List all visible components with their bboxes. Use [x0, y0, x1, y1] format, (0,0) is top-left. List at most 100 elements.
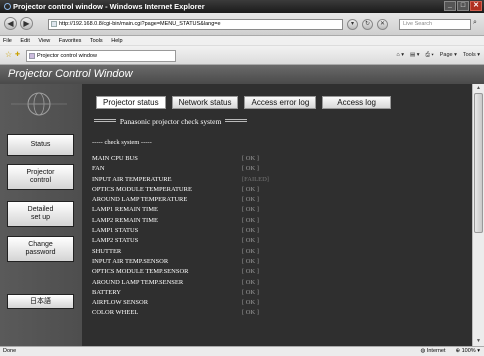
check-row: AIRFLOW SENSOR [ OK ]	[92, 298, 372, 308]
search-input[interactable]: Live Search	[399, 19, 471, 30]
page-menu[interactable]: Page ▾	[440, 50, 457, 61]
check-value: [ OK ]	[242, 237, 259, 245]
scroll-up-icon[interactable]: ▲	[473, 84, 484, 93]
sidebar-detailed-setup-button[interactable]: Detailed set up	[7, 201, 74, 227]
tab-access-log[interactable]: Access log	[322, 96, 391, 109]
main-panel: Projector status Network status Access e…	[82, 84, 472, 346]
check-label: OPTICS MODULE TEMPERATURE	[92, 185, 192, 193]
check-value: [ OK ]	[242, 165, 259, 173]
app-title: Projector Control Window	[0, 65, 484, 84]
menu-tools[interactable]: Tools	[90, 38, 103, 44]
zone-label: Internet	[426, 348, 446, 354]
page-icon	[51, 21, 57, 27]
scroll-thumb[interactable]	[474, 93, 483, 233]
tools-menu[interactable]: Tools ▾	[463, 50, 480, 61]
check-row: BATTERY [ OK ]	[92, 288, 372, 298]
check-row: INPUT AIR TEMP.SENSOR [ OK ]	[92, 257, 372, 267]
check-label: LAMP2 STATUS	[92, 237, 139, 245]
vertical-scrollbar[interactable]: ▲ ▼	[472, 84, 484, 346]
window-titlebar: Projector control window - Windows Inter…	[0, 0, 484, 13]
command-bar: ⌂ ▾ ▤ ▾ ⎙ ▾ Page ▾ Tools ▾	[396, 50, 480, 61]
check-value: [ OK ]	[242, 185, 259, 193]
check-row: AROUND LAMP TEMPERATURE [ OK ]	[92, 195, 372, 205]
minimize-button[interactable]: _	[444, 1, 456, 11]
forward-button[interactable]: ▶	[20, 17, 33, 30]
check-row: AROUND LAMP TEMP.SENSER [ OK ]	[92, 278, 372, 288]
sidebar-japanese-button[interactable]: 日本語	[7, 294, 74, 309]
check-row: SHUTTER [ OK ]	[92, 247, 372, 257]
address-toolbar: ◀ ▶ http://192.168.0.8/cgi-bin/main.cgi?…	[0, 13, 484, 36]
stop-icon[interactable]: ✕	[377, 19, 388, 30]
tab-network-status[interactable]: Network status	[171, 96, 239, 109]
menu-bar: File Edit View Favorites Tools Help	[0, 36, 484, 46]
sidebar-change-password-button[interactable]: Change password	[7, 236, 74, 262]
add-favorites-icon[interactable]: ✚	[15, 51, 20, 58]
tab-access-error-log[interactable]: Access error log	[244, 96, 317, 109]
maximize-button[interactable]: □	[457, 1, 469, 11]
check-label: INPUT AIR TEMPERATURE	[92, 175, 172, 183]
close-button[interactable]: ✕	[470, 1, 482, 11]
window-title: Projector control window - Windows Inter…	[13, 2, 205, 11]
internet-zone: ◍ Internet	[421, 347, 446, 356]
menu-help[interactable]: Help	[111, 38, 122, 44]
menu-favorites[interactable]: Favorites	[59, 38, 82, 44]
scroll-down-icon[interactable]: ▼	[473, 337, 484, 346]
check-value: [ OK ]	[242, 299, 259, 307]
tab-projector-status[interactable]: Projector status	[96, 96, 166, 109]
zoom-dropdown-icon: ▾	[475, 348, 480, 354]
search-icon[interactable]: ⌕	[473, 19, 477, 27]
menu-edit[interactable]: Edit	[20, 38, 29, 44]
check-value: [ OK ]	[242, 206, 259, 214]
status-bar: Done ◍ Internet ⊕ 100% ▾	[0, 346, 484, 356]
check-label: AIRFLOW SENSOR	[92, 299, 149, 307]
check-value: [ OK ]	[242, 309, 259, 317]
check-value: [ OK ]	[242, 278, 259, 286]
browser-tab-title: Projector control window	[37, 53, 97, 59]
menu-view[interactable]: View	[38, 38, 50, 44]
check-list: MAIN CPU BUS[ OK ] FAN[ OK ] INPUT AIR TEM…	[92, 154, 372, 319]
check-value: [ OK ]	[242, 196, 259, 204]
dropdown-icon[interactable]: ▾	[347, 19, 358, 30]
check-row: LAMP1 STATUS [ OK ]	[92, 226, 372, 236]
check-label: BATTERY	[92, 288, 121, 296]
check-label: FAN	[92, 165, 105, 173]
window-controls: _ □ ✕	[444, 1, 482, 11]
check-row: MAIN CPU BUS [ OK ]	[92, 154, 372, 164]
globe-icon	[11, 92, 67, 116]
check-row: INPUT AIR TEMPERATURE [FAILED]	[92, 175, 372, 185]
check-label: LAMP2 REMAIN TIME	[92, 216, 158, 224]
home-icon[interactable]: ⌂ ▾	[396, 50, 404, 61]
tab-bar: ☆ ✚ Projector control window ⌂ ▾ ▤ ▾ ⎙ ▾…	[0, 46, 484, 65]
check-row: OPTICS MODULE TEMP.SENSOR [ OK ]	[92, 267, 372, 277]
check-row: LAMP2 STATUS [ OK ]	[92, 236, 372, 246]
check-value: [ OK ]	[242, 227, 259, 235]
check-value: [ OK ]	[242, 247, 259, 255]
feeds-icon[interactable]: ▤ ▾	[410, 50, 420, 61]
tab-page-icon	[29, 53, 35, 59]
check-row: OPTICS MODULE TEMPERATURE [ OK ]	[92, 185, 372, 195]
check-label: LAMP1 STATUS	[92, 227, 139, 235]
favorites-star-icon[interactable]: ☆	[5, 50, 12, 59]
sidebar-status-button[interactable]: Status	[7, 134, 74, 156]
panel-title-text: Panasonic projector check system	[119, 117, 222, 126]
status-text: Done	[3, 348, 17, 354]
refresh-icon[interactable]: ↻	[362, 19, 373, 30]
check-label: OPTICS MODULE TEMP.SENSOR	[92, 268, 189, 276]
check-value: [ OK ]	[242, 268, 259, 276]
zoom-value: 100%	[461, 348, 476, 354]
check-row: LAMP1 REMAIN TIME [ OK ]	[92, 205, 372, 215]
ie-logo-icon	[4, 3, 11, 10]
check-system-heading: ----- check system -----	[92, 139, 152, 146]
tab-strip: Projector status Network status Access e…	[96, 96, 391, 109]
address-input[interactable]: http://192.168.0.8/cgi-bin/main.cgi?page…	[48, 19, 343, 30]
print-icon[interactable]: ⎙ ▾	[425, 50, 433, 61]
browser-tab[interactable]: Projector control window	[26, 50, 176, 62]
back-button[interactable]: ◀	[4, 17, 17, 30]
check-row: FAN [ OK ]	[92, 164, 372, 174]
check-value: [FAILED]	[242, 175, 269, 183]
check-row: COLOR WHEEL [ OK ]	[92, 308, 372, 318]
title-rule-left	[94, 119, 116, 122]
sidebar-projector-control-button[interactable]: Projector control	[7, 164, 74, 190]
zoom-level[interactable]: ⊕ 100% ▾	[455, 347, 480, 356]
menu-file[interactable]: File	[3, 38, 12, 44]
